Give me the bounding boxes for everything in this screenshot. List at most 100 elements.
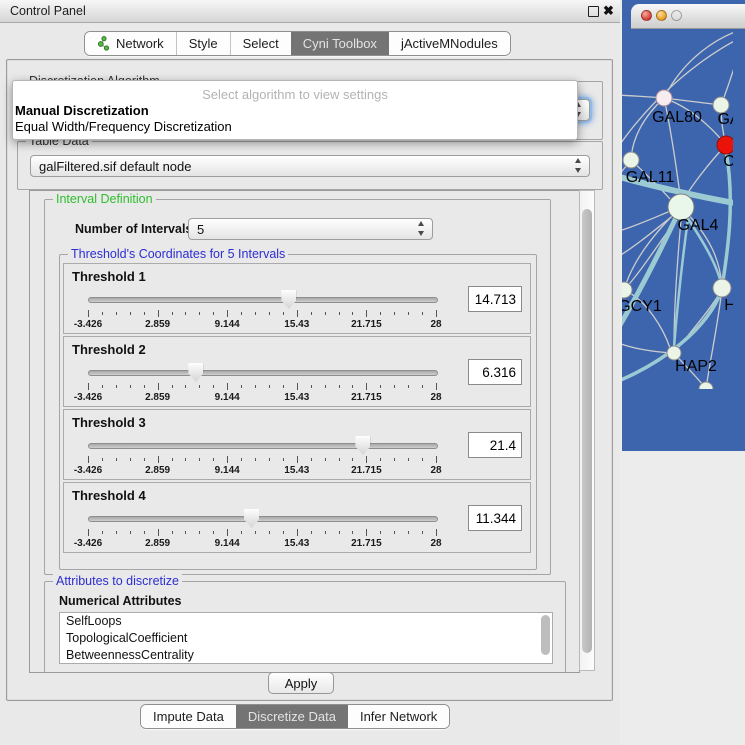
tick-mark bbox=[185, 385, 186, 388]
tick-mark bbox=[185, 312, 186, 315]
threshold-slider[interactable]: -3.4262.8599.14415.4321.71528 bbox=[88, 436, 436, 478]
tab-select[interactable]: Select bbox=[230, 32, 291, 55]
tick-mark bbox=[88, 529, 89, 536]
tick-mark bbox=[172, 385, 173, 388]
tick-mark bbox=[408, 458, 409, 461]
slider-ticks bbox=[88, 383, 436, 391]
slider-ticks bbox=[88, 310, 436, 318]
tick-mark bbox=[144, 385, 145, 388]
tick-mark bbox=[130, 531, 131, 534]
vertical-scrollbar-thumb[interactable] bbox=[582, 209, 592, 653]
tick-mark bbox=[325, 531, 326, 534]
tick-mark bbox=[213, 385, 214, 388]
slider-track[interactable] bbox=[88, 443, 438, 449]
close-traffic-light[interactable] bbox=[641, 10, 652, 21]
group-title: Threshold's Coordinates for 5 Intervals bbox=[68, 247, 288, 261]
vertical-scrollbar[interactable] bbox=[579, 190, 595, 671]
attribute-list-item[interactable]: BetweennessCentrality bbox=[60, 647, 552, 664]
tab-jactivemnodules[interactable]: jActiveMNodules bbox=[389, 32, 510, 55]
threshold-value-field[interactable]: 11.344 bbox=[468, 505, 522, 531]
table-data-group: Table Data galFiltered.sif default node bbox=[17, 141, 603, 190]
attribute-list-item[interactable]: SelfLoops bbox=[60, 613, 552, 630]
slider-tick-labels: -3.4262.8599.14415.4321.71528 bbox=[88, 392, 436, 404]
tab-impute-data[interactable]: Impute Data bbox=[141, 705, 236, 728]
tick-mark bbox=[436, 529, 437, 536]
tab-label: Discretize Data bbox=[248, 709, 336, 724]
tick-mark bbox=[422, 458, 423, 461]
tab-network[interactable]: Network bbox=[85, 32, 176, 55]
tab-style[interactable]: Style bbox=[176, 32, 230, 55]
tick-mark bbox=[325, 312, 326, 315]
float-window-icon[interactable] bbox=[588, 6, 599, 17]
network-node[interactable] bbox=[656, 90, 672, 106]
threshold-slider[interactable]: -3.4262.8599.14415.4321.71528 bbox=[88, 363, 436, 405]
slider-thumb[interactable] bbox=[355, 436, 370, 455]
popup-option-equal-width-frequency[interactable]: Equal Width/Frequency Discretization bbox=[13, 119, 577, 135]
threshold-slider[interactable]: -3.4262.8599.14415.4321.71528 bbox=[88, 509, 436, 551]
threshold-slider[interactable]: -3.4262.8599.14415.4321.71528 bbox=[88, 290, 436, 332]
slider-thumb[interactable] bbox=[188, 363, 203, 382]
minimize-traffic-light[interactable] bbox=[656, 10, 667, 21]
attribute-list-item[interactable]: TopologicalCoefficient bbox=[60, 630, 552, 647]
tick-mark bbox=[144, 312, 145, 315]
tab-cyni-toolbox[interactable]: Cyni Toolbox bbox=[291, 32, 389, 55]
tick-mark bbox=[88, 456, 89, 463]
network-canvas[interactable]: GAL80GACGAL11GAL4GCY1HHAP2 bbox=[622, 0, 745, 394]
screen: Control Panel ✖ Network Style Select Cyn… bbox=[0, 0, 745, 745]
slider-thumb[interactable] bbox=[244, 509, 259, 528]
tick-mark bbox=[130, 458, 131, 461]
tab-discretize-data[interactable]: Discretize Data bbox=[236, 705, 348, 728]
threshold-label: Threshold 1 bbox=[72, 269, 146, 284]
threshold-value-field[interactable]: 21.4 bbox=[468, 432, 522, 458]
network-tab-icon bbox=[97, 36, 111, 51]
tick-mark bbox=[241, 312, 242, 315]
number-of-intervals-select[interactable]: 5 bbox=[188, 218, 433, 240]
slider-track[interactable] bbox=[88, 516, 438, 522]
tick-mark bbox=[130, 385, 131, 388]
network-node[interactable] bbox=[717, 136, 733, 154]
tick-mark bbox=[325, 458, 326, 461]
tick-mark bbox=[241, 458, 242, 461]
tick-label: 9.144 bbox=[215, 465, 240, 476]
tick-mark bbox=[408, 385, 409, 388]
group-title: Interval Definition bbox=[53, 192, 156, 206]
tick-label: -3.426 bbox=[74, 319, 102, 330]
popup-option-manual-discretization[interactable]: Manual Discretization bbox=[13, 103, 577, 119]
apply-button[interactable]: Apply bbox=[268, 672, 334, 694]
list-scrollbar-thumb[interactable] bbox=[541, 615, 550, 655]
network-node[interactable] bbox=[622, 282, 632, 298]
threshold-label: Threshold 2 bbox=[72, 342, 146, 357]
tick-mark bbox=[158, 456, 159, 463]
tick-mark bbox=[339, 531, 340, 534]
slider-track[interactable] bbox=[88, 297, 438, 303]
numerical-attributes-list[interactable]: SelfLoopsTopologicalCoefficientBetweenne… bbox=[59, 612, 553, 664]
tick-mark bbox=[116, 385, 117, 388]
zoom-traffic-light[interactable] bbox=[671, 10, 682, 21]
tick-mark bbox=[172, 531, 173, 534]
network-node[interactable] bbox=[623, 152, 639, 168]
tick-label: 9.144 bbox=[215, 538, 240, 549]
tick-mark bbox=[116, 531, 117, 534]
network-window-titlebar bbox=[631, 4, 745, 29]
tick-mark bbox=[352, 458, 353, 461]
tab-infer-network[interactable]: Infer Network bbox=[348, 705, 449, 728]
network-node[interactable] bbox=[713, 279, 731, 297]
close-icon[interactable]: ✖ bbox=[603, 2, 614, 20]
tick-mark bbox=[422, 312, 423, 315]
tick-mark bbox=[213, 312, 214, 315]
threshold-label: Threshold 3 bbox=[72, 415, 146, 430]
slider-track[interactable] bbox=[88, 370, 438, 376]
tab-label: jActiveMNodules bbox=[401, 36, 498, 51]
slider-tick-labels: -3.4262.8599.14415.4321.71528 bbox=[88, 319, 436, 331]
tick-mark bbox=[199, 385, 200, 388]
tick-mark bbox=[144, 458, 145, 461]
tick-label: -3.426 bbox=[74, 465, 102, 476]
slider-tick-labels: -3.4262.8599.14415.4321.71528 bbox=[88, 465, 436, 477]
threshold-value-field[interactable]: 6.316 bbox=[468, 359, 522, 385]
tick-mark bbox=[199, 531, 200, 534]
tick-mark bbox=[116, 458, 117, 461]
slider-thumb[interactable] bbox=[281, 290, 296, 309]
tick-mark bbox=[102, 531, 103, 534]
threshold-value-field[interactable]: 14.713 bbox=[468, 286, 522, 312]
table-data-select[interactable]: galFiltered.sif default node bbox=[30, 155, 590, 177]
